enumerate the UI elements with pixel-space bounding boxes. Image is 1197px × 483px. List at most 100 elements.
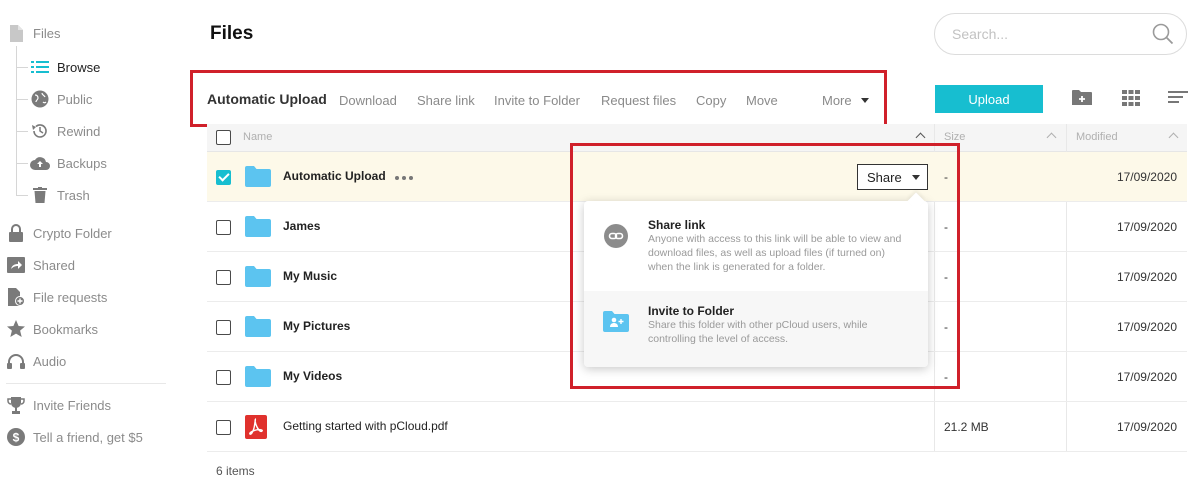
folder-icon (245, 166, 271, 192)
move-action[interactable]: Move (746, 93, 778, 108)
sidebar-item-label: Tell a friend, get $5 (33, 429, 143, 445)
file-name[interactable]: Getting started with pCloud.pdf (283, 419, 448, 433)
folder-icon (245, 366, 271, 392)
search-input[interactable] (952, 24, 1142, 44)
grid-view-icon[interactable] (1122, 89, 1140, 112)
invite-to-folder-action[interactable]: Invite to Folder (494, 93, 580, 108)
cloud-upload-icon (30, 153, 50, 173)
tree-tick (16, 67, 28, 68)
row-checkbox[interactable] (216, 420, 231, 435)
row-checkbox[interactable] (216, 220, 231, 235)
copy-action[interactable]: Copy (696, 93, 726, 108)
row-checkbox[interactable] (216, 320, 231, 335)
sidebar-item-file-requests[interactable]: File requests (6, 285, 107, 309)
sidebar-item-tell-a-friend[interactable]: $ Tell a friend, get $5 (6, 425, 143, 449)
file-name[interactable]: My Music (283, 269, 337, 283)
sidebar-item-shared[interactable]: Shared (6, 253, 75, 277)
sidebar-item-backups[interactable]: Backups (30, 151, 107, 175)
sidebar-item-audio[interactable]: Audio (6, 349, 66, 373)
history-icon (30, 121, 50, 141)
page-title: Files (210, 23, 254, 44)
share-icon (6, 255, 26, 275)
sidebar-item-browse[interactable]: Browse (30, 55, 100, 79)
sidebar-item-label: Rewind (57, 123, 101, 139)
sort-asc-icon[interactable] (915, 132, 926, 143)
sort-icon[interactable] (1168, 89, 1188, 110)
sidebar-item-label: Shared (33, 257, 75, 273)
sidebar-item-bookmarks[interactable]: Bookmarks (6, 317, 98, 341)
file-name[interactable]: My Videos (283, 369, 342, 383)
file-modified: 17/09/2020 (1116, 270, 1177, 284)
file-size: 21.2 MB (944, 420, 989, 434)
new-folder-icon[interactable] (1072, 89, 1092, 111)
caret-down-icon (860, 98, 869, 103)
column-header-size[interactable]: Size (944, 131, 965, 143)
sidebar-item-files[interactable]: Files (6, 21, 60, 45)
more-menu-button[interactable]: More (822, 93, 869, 108)
column-header-modified[interactable]: Modified (1076, 131, 1118, 143)
pdf-icon (245, 415, 267, 444)
sidebar-item-public[interactable]: Public (30, 87, 92, 111)
file-modified: 17/09/2020 (1116, 170, 1177, 184)
highlight-box (570, 143, 960, 389)
list-icon (30, 57, 50, 77)
file-icon (6, 23, 26, 43)
sidebar-divider (6, 383, 166, 384)
sidebar-item-label: Backups (57, 155, 107, 171)
row-checkbox[interactable] (216, 170, 231, 185)
star-icon (6, 319, 26, 339)
tree-tick (16, 99, 28, 100)
selection-toolbar: Automatic Upload Download Share link Inv… (190, 70, 887, 127)
row-checkbox[interactable] (216, 270, 231, 285)
selected-item-title: Automatic Upload (207, 91, 327, 107)
tree-tick (16, 195, 28, 196)
sort-asc-icon[interactable] (1168, 132, 1179, 143)
file-modified: 17/09/2020 (1116, 320, 1177, 334)
download-action[interactable]: Download (339, 93, 397, 108)
select-all-checkbox[interactable] (216, 130, 231, 145)
sidebar-item-label: Public (57, 91, 93, 107)
sidebar-item-label: Browse (57, 59, 101, 75)
file-modified: 17/09/2020 (1116, 370, 1177, 384)
sort-asc-icon[interactable] (1046, 132, 1057, 143)
file-modified: 17/09/2020 (1116, 420, 1177, 434)
column-header-name[interactable]: Name (243, 131, 272, 143)
folder-icon (245, 216, 271, 242)
request-files-action[interactable]: Request files (601, 93, 676, 108)
folder-icon (245, 266, 271, 292)
sidebar: Files Browse Public Rewind Backups Trash (0, 0, 175, 483)
dollar-icon: $ (6, 427, 26, 447)
folder-icon (245, 316, 271, 342)
more-options-icon[interactable] (395, 176, 413, 180)
trash-icon (30, 185, 50, 205)
svg-text:$: $ (13, 431, 20, 445)
file-request-icon (6, 287, 26, 307)
trophy-icon (6, 395, 26, 415)
file-name[interactable]: James (283, 219, 320, 233)
sidebar-item-label: Files (33, 25, 61, 41)
sidebar-item-rewind[interactable]: Rewind (30, 119, 100, 143)
sidebar-item-label: Trash (57, 187, 90, 203)
tree-tick (16, 163, 28, 164)
globe-icon (30, 89, 50, 109)
table-row[interactable]: Getting started with pCloud.pdf 21.2 MB … (207, 402, 1187, 452)
tree-line (16, 46, 17, 196)
file-name[interactable]: Automatic Upload (283, 169, 386, 183)
sidebar-item-invite-friends[interactable]: Invite Friends (6, 393, 111, 417)
file-modified: 17/09/2020 (1116, 220, 1177, 234)
sidebar-item-label: Invite Friends (33, 397, 112, 413)
search-icon[interactable] (1152, 23, 1174, 50)
file-name[interactable]: My Pictures (283, 319, 350, 333)
more-label: More (822, 93, 852, 108)
tree-tick (16, 131, 28, 132)
sidebar-item-label: Bookmarks (33, 321, 99, 337)
sidebar-item-trash[interactable]: Trash (30, 183, 90, 207)
sidebar-item-label: Audio (33, 353, 67, 369)
sidebar-item-label: Crypto Folder (33, 225, 112, 241)
search-box[interactable] (934, 13, 1187, 55)
sidebar-item-crypto-folder[interactable]: Crypto Folder (6, 221, 112, 245)
lock-icon (6, 223, 26, 243)
share-link-action[interactable]: Share link (417, 93, 475, 108)
upload-button[interactable]: Upload (935, 85, 1043, 113)
row-checkbox[interactable] (216, 370, 231, 385)
